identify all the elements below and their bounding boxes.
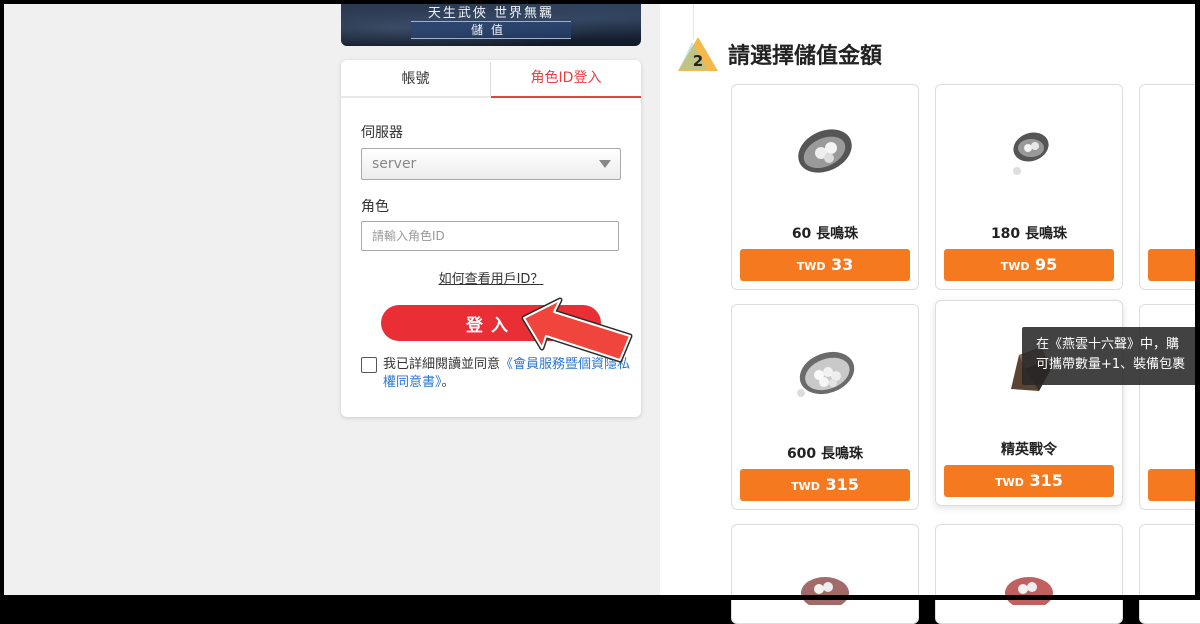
price-button[interactable]: TWD 315 bbox=[740, 469, 910, 501]
product-card[interactable] bbox=[935, 524, 1123, 624]
product-card[interactable] bbox=[731, 524, 919, 624]
step-badge-icon: 2 bbox=[678, 37, 718, 71]
price-amount: 95 bbox=[1035, 255, 1058, 274]
login-tabs: 帳號 角色ID登入 bbox=[341, 60, 641, 98]
divider bbox=[693, 0, 694, 40]
top-banner: 天生武俠 世界無羈 儲值 bbox=[341, 0, 641, 46]
server-label: 伺服器 bbox=[361, 125, 403, 141]
product-card[interactable] bbox=[1139, 84, 1200, 290]
product-card[interactable]: 60 長鳴珠 TWD 33 bbox=[731, 84, 919, 290]
step-number: 2 bbox=[693, 52, 703, 70]
role-label: 角色 bbox=[361, 199, 389, 215]
price-button[interactable] bbox=[1148, 469, 1200, 501]
price-button[interactable]: TWD 95 bbox=[944, 249, 1114, 281]
price-button[interactable]: TWD 33 bbox=[740, 249, 910, 281]
product-card[interactable]: 600 長鳴珠 TWD 315 bbox=[731, 304, 919, 510]
price-currency: TWD bbox=[791, 480, 820, 493]
product-name: 180 長鳴珠 bbox=[990, 226, 1068, 242]
pearl-shell-icon bbox=[797, 351, 855, 397]
agreement-prefix: 我已詳細閱讀並同意 bbox=[383, 357, 501, 372]
pearl-shell-icon bbox=[798, 129, 852, 173]
howto-find-user-id-link[interactable]: 如何查看用戶ID？ bbox=[341, 268, 641, 287]
banner-title: 天生武俠 世界無羈 bbox=[427, 6, 555, 21]
pearl-shell-icon bbox=[801, 577, 849, 605]
banner-subtitle: 儲值 bbox=[411, 21, 571, 39]
step-title: 請選擇儲值金額 bbox=[728, 44, 883, 69]
pearl-shell-icon bbox=[1005, 577, 1053, 605]
agreement-end: 。 bbox=[441, 375, 455, 390]
product-name: 60 長鳴珠 bbox=[791, 226, 859, 242]
product-tooltip: 在《燕雲十六聲》中，購 可攜帶數量+1、裝備包裹 bbox=[1022, 327, 1200, 385]
pointer-arrow-icon bbox=[521, 297, 633, 363]
product-card[interactable]: 180 長鳴珠 TWD 95 bbox=[935, 84, 1123, 290]
server-select-value: server bbox=[372, 156, 417, 172]
product-card[interactable] bbox=[1139, 524, 1200, 624]
price-currency: TWD bbox=[1000, 260, 1030, 273]
price-amount: 315 bbox=[1029, 471, 1063, 490]
tooltip-line-1: 在《燕雲十六聲》中，購 bbox=[1036, 337, 1180, 352]
tab-role-id-login[interactable]: 角色ID登入 bbox=[491, 60, 641, 98]
role-id-input[interactable] bbox=[361, 221, 619, 251]
price-amount: 33 bbox=[831, 255, 854, 274]
price-amount: 315 bbox=[825, 475, 859, 494]
price-currency: TWD bbox=[796, 260, 826, 273]
server-select[interactable]: server bbox=[361, 148, 621, 180]
product-name: 精英戰令 bbox=[1001, 442, 1057, 458]
pearl-shell-icon bbox=[1013, 132, 1049, 175]
chevron-down-icon bbox=[599, 160, 611, 168]
price-button[interactable]: TWD 315 bbox=[944, 465, 1114, 497]
price-currency: TWD bbox=[995, 476, 1024, 489]
tab-account[interactable]: 帳號 bbox=[341, 62, 491, 96]
tooltip-line-2: 可攜帶數量+1、裝備包裹 bbox=[1036, 357, 1186, 372]
price-button[interactable] bbox=[1148, 249, 1200, 281]
agree-checkbox[interactable] bbox=[361, 357, 377, 373]
product-name: 600 長鳴珠 bbox=[786, 446, 864, 462]
